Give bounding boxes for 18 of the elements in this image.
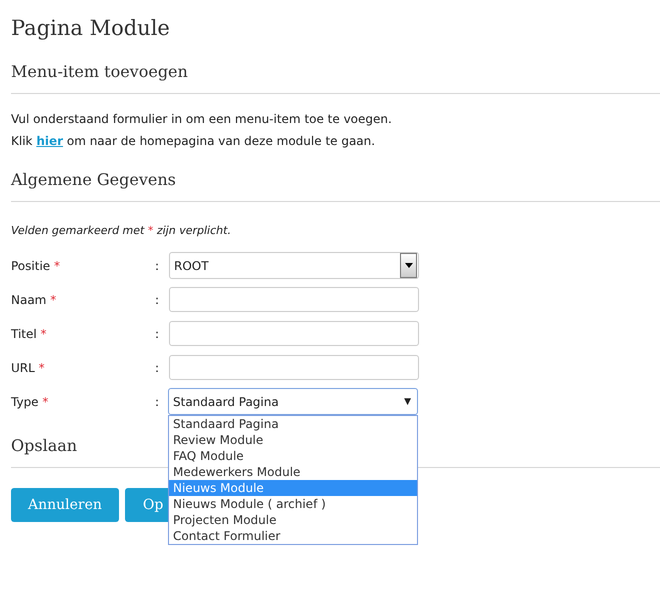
field-label: Type * (11, 394, 50, 408)
colon-text: : (155, 326, 160, 340)
colon-text: : (155, 394, 160, 408)
intro-text: Vul onderstaand formulier in om een menu-item toe te voegen. (11, 112, 392, 126)
info-text: Klik hier om naar de homepagina van deze module te gaan. (11, 134, 376, 148)
caret-icon: ▼ (404, 396, 411, 406)
section-heading: Opslaan (11, 436, 78, 455)
colon-text: : (155, 360, 160, 374)
field-label: Positie * (11, 258, 61, 272)
section-heading: Algemene Gegevens (11, 170, 176, 189)
page-title: Pagina Module (11, 16, 170, 40)
field-label: URL * (11, 360, 46, 374)
required-note: Velden gemarkeerd met * zijn verplicht. (11, 224, 231, 237)
colon-text: : (155, 292, 160, 306)
colon-text: : (155, 258, 160, 272)
section-heading: Menu-item toevoegen (11, 62, 188, 81)
field-label: Titel * (11, 326, 48, 340)
field-label: Naam * (11, 292, 58, 306)
